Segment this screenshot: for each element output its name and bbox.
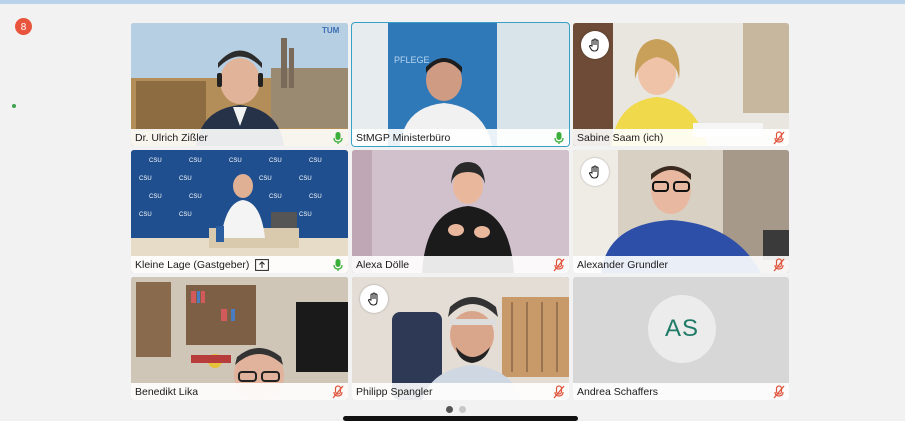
participant-name: Sabine Saam (ich) bbox=[577, 131, 664, 144]
svg-text:CSU: CSU bbox=[269, 194, 282, 200]
participant-tile[interactable]: Benedikt Lika bbox=[131, 277, 348, 400]
participant-name: Alexa Dölle bbox=[356, 258, 410, 271]
participant-name: Andrea Schaffers bbox=[577, 385, 658, 398]
name-bar: Alexander Grundler bbox=[573, 256, 789, 273]
participant-tile[interactable]: Alexa Dölle bbox=[352, 150, 569, 273]
microphone-muted-icon[interactable] bbox=[773, 130, 785, 145]
video-feed bbox=[352, 150, 569, 273]
raised-hand-indicator bbox=[360, 285, 388, 313]
video-call-window: 8 TUM Dr. Ulrich Zißler PFLEGE StMGP Min… bbox=[0, 0, 905, 421]
video-feed bbox=[352, 23, 569, 146]
avatar: AS bbox=[648, 295, 716, 363]
page-dot-2[interactable] bbox=[459, 406, 466, 413]
notification-icon: 8 bbox=[21, 22, 27, 32]
microphone-muted-icon[interactable] bbox=[773, 257, 785, 272]
participant-tile[interactable]: CSU CSU CSU CSU CSU CSU CSU CSU CSU CSU … bbox=[131, 150, 348, 273]
name-bar: Andrea Schaffers bbox=[573, 383, 789, 400]
svg-text:CSU: CSU bbox=[269, 158, 282, 164]
svg-text:CSU: CSU bbox=[189, 158, 202, 164]
svg-text:CSU: CSU bbox=[179, 176, 192, 182]
video-feed bbox=[131, 277, 348, 400]
svg-text:CSU: CSU bbox=[309, 194, 322, 200]
raised-hand-indicator bbox=[581, 158, 609, 186]
name-bar: Alexa Dölle bbox=[352, 256, 569, 273]
name-bar: Dr. Ulrich Zißler bbox=[131, 129, 348, 146]
participant-tile[interactable]: Alexander Grundler bbox=[573, 150, 789, 273]
participant-name: Philipp Spangler bbox=[356, 385, 433, 398]
raised-hand-icon bbox=[588, 38, 599, 52]
participant-tile[interactable]: Philipp Spangler bbox=[352, 277, 569, 400]
video-feed bbox=[131, 23, 348, 146]
status-dot bbox=[12, 104, 16, 108]
name-bar: Sabine Saam (ich) bbox=[573, 129, 789, 146]
svg-text:CSU: CSU bbox=[299, 212, 312, 218]
wall-sign: PFLEGE bbox=[394, 55, 430, 65]
page-dot-1[interactable] bbox=[446, 406, 453, 413]
microphone-muted-icon[interactable] bbox=[553, 257, 565, 272]
microphone-icon[interactable] bbox=[332, 258, 344, 272]
svg-text:CSU: CSU bbox=[229, 158, 242, 164]
svg-text:CSU: CSU bbox=[139, 212, 152, 218]
page-indicator[interactable] bbox=[446, 406, 466, 413]
svg-text:CSU: CSU bbox=[189, 194, 202, 200]
participant-tile[interactable]: AS Andrea Schaffers bbox=[573, 277, 789, 400]
svg-text:CSU: CSU bbox=[299, 176, 312, 182]
svg-text:CSU: CSU bbox=[309, 158, 322, 164]
name-bar: Kleine Lage (Gastgeber) bbox=[131, 256, 348, 273]
raised-hand-icon bbox=[588, 165, 599, 179]
video-feed: CSU CSU CSU CSU CSU CSU CSU CSU CSU CSU … bbox=[131, 150, 348, 273]
name-bar: Philipp Spangler bbox=[352, 383, 569, 400]
svg-text:PFLEGE: PFLEGE bbox=[394, 55, 430, 65]
participant-name: Kleine Lage (Gastgeber) bbox=[135, 258, 250, 271]
svg-text:TUM: TUM bbox=[322, 26, 340, 34]
participant-tile[interactable]: Sabine Saam (ich) bbox=[573, 23, 789, 146]
name-bar: StMGP Ministerbüro bbox=[352, 129, 569, 146]
microphone-muted-icon[interactable] bbox=[332, 384, 344, 399]
microphone-icon[interactable] bbox=[332, 131, 344, 145]
participant-tile[interactable]: TUM Dr. Ulrich Zißler bbox=[131, 23, 348, 146]
svg-text:CSU: CSU bbox=[259, 176, 272, 182]
svg-text:CSU: CSU bbox=[149, 194, 162, 200]
svg-text:8: 8 bbox=[21, 22, 27, 32]
microphone-icon[interactable] bbox=[553, 131, 565, 145]
svg-text:CSU: CSU bbox=[149, 158, 162, 164]
raised-hand-icon bbox=[367, 292, 378, 306]
name-bar: Benedikt Lika bbox=[131, 383, 348, 400]
participant-name: Dr. Ulrich Zißler bbox=[135, 131, 208, 144]
participant-tile[interactable]: PFLEGE StMGP Ministerbüro bbox=[351, 22, 570, 147]
svg-text:CSU: CSU bbox=[139, 176, 152, 182]
university-logo: TUM bbox=[322, 26, 340, 34]
microphone-muted-icon[interactable] bbox=[553, 384, 565, 399]
participant-name: StMGP Ministerbüro bbox=[356, 131, 451, 144]
participant-name: Alexander Grundler bbox=[577, 258, 669, 271]
svg-text:CSU: CSU bbox=[179, 212, 192, 218]
participant-grid: TUM Dr. Ulrich Zißler PFLEGE StMGP Minis… bbox=[131, 22, 789, 400]
microphone-muted-icon[interactable] bbox=[773, 384, 785, 399]
participant-name: Benedikt Lika bbox=[135, 385, 199, 398]
screen-share-icon[interactable] bbox=[255, 258, 270, 271]
raised-hand-indicator bbox=[581, 31, 609, 59]
notification-badge[interactable]: 8 bbox=[15, 18, 32, 35]
